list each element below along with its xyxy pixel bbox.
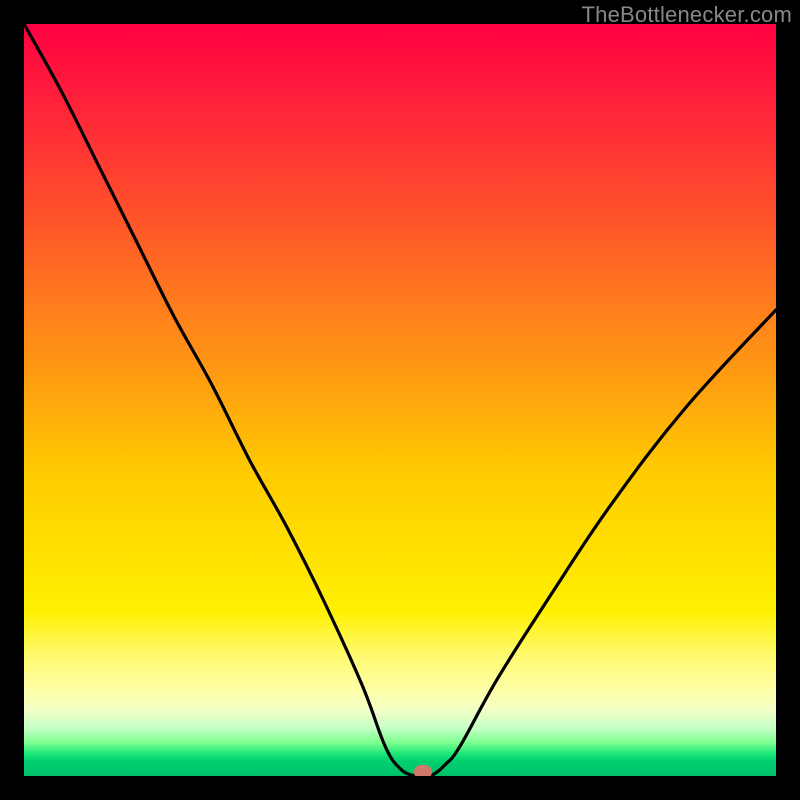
chart-frame: TheBottlenecker.com <box>0 0 800 800</box>
optimum-marker <box>414 765 432 776</box>
curve-layer <box>24 24 776 776</box>
bottleneck-curve <box>24 24 776 776</box>
attribution-text: TheBottlenecker.com <box>582 2 792 28</box>
plot-area <box>24 24 776 776</box>
